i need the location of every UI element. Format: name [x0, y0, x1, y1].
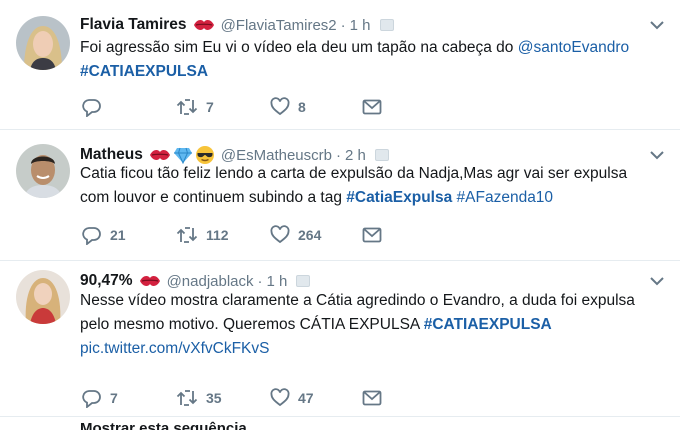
- timestamp[interactable]: 1 h: [350, 17, 371, 34]
- avatar[interactable]: [16, 144, 70, 198]
- location-icon: [374, 149, 389, 161]
- tweet-header: Flavia Tamires @FlaviaTamires2 · 1 h: [80, 14, 640, 36]
- tweet-link[interactable]: pic.twitter.com/vXfvCkFKvS: [80, 340, 269, 357]
- tweet-text: Nesse vídeo mostra claramente a Cátia ag…: [80, 289, 662, 361]
- kiss-emoji-icon: [139, 273, 161, 289]
- tweet-text-segment: Catia ficou tão feliz lendo a carta de e…: [80, 165, 628, 182]
- dm-icon: [362, 99, 382, 115]
- avatar[interactable]: [16, 16, 70, 70]
- like-icon: [270, 225, 290, 244]
- tweet[interactable]: Flavia Tamires @FlaviaTamires2 · 1 h Foi…: [0, 0, 680, 130]
- reply-icon: [82, 99, 101, 117]
- avatar[interactable]: [16, 270, 70, 324]
- tweet-link[interactable]: @santoEvandro: [518, 39, 629, 56]
- reply-button[interactable]: [82, 96, 110, 118]
- hashtag-link[interactable]: #CATIAEXPULSA: [80, 63, 208, 80]
- reply-icon: [82, 390, 101, 408]
- location-icon: [379, 19, 394, 31]
- like-icon: [270, 388, 290, 407]
- tweet-link[interactable]: #AFazenda10: [457, 189, 554, 206]
- retweet-icon: [176, 227, 198, 243]
- location-icon: [296, 275, 311, 287]
- timestamp[interactable]: 1 h: [267, 273, 288, 290]
- separator-dot: ·: [257, 272, 263, 290]
- dm-button[interactable]: [362, 96, 382, 118]
- dm-icon: [362, 390, 382, 406]
- kiss-emoji-icon: [149, 150, 170, 160]
- tweet-actions: 7 35 47: [82, 387, 402, 409]
- reply-count: 7: [110, 390, 118, 406]
- reply-button[interactable]: 21: [82, 224, 126, 246]
- retweet-count: 35: [206, 390, 222, 406]
- like-button[interactable]: 47: [270, 387, 314, 409]
- retweet-button[interactable]: 35: [176, 387, 222, 409]
- reply-count: 21: [110, 227, 126, 243]
- tweet-text: Foi agressão sim Eu vi o vídeo ela deu u…: [80, 36, 662, 84]
- separator-dot: ·: [335, 146, 341, 164]
- kiss-emoji-icon: [193, 17, 215, 33]
- retweet-count: 7: [206, 99, 214, 115]
- retweet-icon: [176, 390, 198, 406]
- like-button[interactable]: 264: [270, 224, 321, 246]
- dm-icon: [362, 227, 382, 243]
- show-thread-link[interactable]: Mostrar esta sequência: [80, 420, 247, 430]
- tweet[interactable]: 90,47% @nadjablack · 1 h Nesse vídeo mos…: [0, 261, 680, 417]
- display-name[interactable]: Flavia Tamires: [80, 16, 187, 34]
- retweet-button[interactable]: 7: [176, 96, 214, 118]
- chevron-down-icon[interactable]: [650, 276, 664, 286]
- retweet-icon: [176, 99, 198, 115]
- retweet-count: 112: [206, 227, 229, 243]
- tweet-actions: 21 112 264: [82, 224, 402, 246]
- reply-button[interactable]: 7: [82, 387, 118, 409]
- chevron-down-icon[interactable]: [650, 20, 664, 30]
- chevron-down-icon[interactable]: [650, 150, 664, 160]
- like-icon: [270, 97, 290, 116]
- hashtag-link[interactable]: #CATIAEXPULSA: [424, 316, 552, 333]
- dm-button[interactable]: [362, 224, 382, 246]
- tweet-actions: 7 8: [82, 96, 402, 118]
- tweet-text: Catia ficou tão feliz lendo a carta de e…: [80, 162, 662, 210]
- user-handle[interactable]: @FlaviaTamires2: [221, 17, 337, 34]
- tweet-text-segment: pelo mesmo motivo. Queremos CÁTIA EXPULS…: [80, 316, 424, 333]
- hashtag-link[interactable]: #CatiaExpulsa: [346, 189, 452, 206]
- user-handle[interactable]: @nadjablack: [167, 273, 254, 290]
- separator-dot: ·: [340, 16, 346, 34]
- reply-icon: [82, 227, 101, 245]
- dm-button[interactable]: [362, 387, 382, 409]
- tweet-text-segment: Nesse vídeo mostra claramente a Cátia ag…: [80, 292, 635, 309]
- like-count: 47: [298, 390, 314, 406]
- user-handle[interactable]: @EsMatheuscrb: [221, 147, 332, 164]
- timestamp[interactable]: 2 h: [345, 147, 366, 164]
- like-count: 8: [298, 99, 306, 115]
- tweet-text-segment: Foi agressão sim Eu vi o vídeo ela deu u…: [80, 39, 518, 56]
- display-name[interactable]: 90,47%: [80, 272, 133, 290]
- tweet-text-segment: com louvor e continuem subindo a tag: [80, 189, 347, 206]
- like-button[interactable]: 8: [270, 96, 306, 118]
- like-count: 264: [298, 227, 322, 243]
- tweet[interactable]: Matheus @EsMatheuscrb · 2 h Catia ficou …: [0, 130, 680, 261]
- retweet-button[interactable]: 112: [176, 224, 229, 246]
